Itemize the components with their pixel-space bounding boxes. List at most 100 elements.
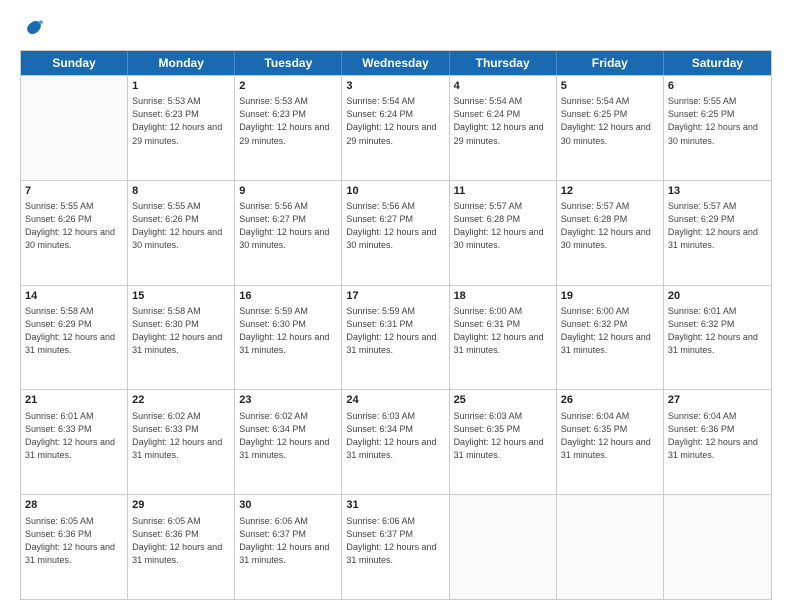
day-info: Sunrise: 6:00 AMSunset: 6:32 PMDaylight:… — [561, 305, 659, 357]
day-number: 4 — [454, 79, 552, 94]
calendar-cell: 27 Sunrise: 6:04 AMSunset: 6:36 PMDayligh… — [664, 390, 771, 494]
calendar-cell: 15Sunrise: 5:58 AMSunset: 6:30 PMDayligh… — [128, 286, 235, 390]
calendar-week-2: 7Sunrise: 5:55 AMSunset: 6:26 PMDaylight… — [21, 180, 771, 285]
day-info: Sunrise: 6:05 AMSunset: 6:36 PMDaylight:… — [25, 515, 123, 567]
logo — [20, 18, 44, 40]
day-info: Sunrise: 5:54 AMSunset: 6:25 PMDaylight:… — [561, 95, 659, 147]
day-info: Sunrise: 5:54 AMSunset: 6:24 PMDaylight:… — [454, 95, 552, 147]
calendar-header-saturday: Saturday — [664, 51, 771, 75]
calendar-cell: 10Sunrise: 5:56 AMSunset: 6:27 PMDayligh… — [342, 181, 449, 285]
calendar-cell — [21, 76, 128, 180]
day-info: Sunrise: 5:54 AMSunset: 6:24 PMDaylight:… — [346, 95, 444, 147]
day-info: Sunrise: 5:55 AMSunset: 6:25 PMDaylight:… — [668, 95, 767, 147]
day-number: 2 — [239, 79, 337, 94]
calendar-cell: 19Sunrise: 6:00 AMSunset: 6:32 PMDayligh… — [557, 286, 664, 390]
day-number: 13 — [668, 184, 767, 199]
day-number: 21 — [25, 393, 123, 408]
day-number: 12 — [561, 184, 659, 199]
day-number: 20 — [668, 289, 767, 304]
calendar-cell — [664, 495, 771, 599]
calendar-header-row: SundayMondayTuesdayWednesdayThursdayFrid… — [21, 51, 771, 75]
day-info: Sunrise: 6:01 AMSunset: 6:32 PMDaylight:… — [668, 305, 767, 357]
calendar-week-3: 14Sunrise: 5:58 AMSunset: 6:29 PMDayligh… — [21, 285, 771, 390]
day-number: 16 — [239, 289, 337, 304]
day-info: Sunrise: 6:04 AMSunset: 6:35 PMDaylight:… — [561, 410, 659, 462]
day-info: Sunrise: 5:59 AMSunset: 6:31 PMDaylight:… — [346, 305, 444, 357]
calendar-cell: 13Sunrise: 5:57 AMSunset: 6:29 PMDayligh… — [664, 181, 771, 285]
day-info: Sunrise: 5:59 AMSunset: 6:30 PMDaylight:… — [239, 305, 337, 357]
day-info: Sunrise: 5:56 AMSunset: 6:27 PMDaylight:… — [346, 200, 444, 252]
calendar-cell: 5Sunrise: 5:54 AMSunset: 6:25 PMDaylight… — [557, 76, 664, 180]
calendar-week-5: 28 Sunrise: 6:05 AMSunset: 6:36 PMDayligh… — [21, 494, 771, 599]
calendar-header-thursday: Thursday — [450, 51, 557, 75]
day-info: Sunrise: 6:03 AMSunset: 6:34 PMDaylight:… — [346, 410, 444, 462]
calendar-header-monday: Monday — [128, 51, 235, 75]
day-number: 11 — [454, 184, 552, 199]
calendar-cell: 12Sunrise: 5:57 AMSunset: 6:28 PMDayligh… — [557, 181, 664, 285]
calendar-cell: 11Sunrise: 5:57 AMSunset: 6:28 PMDayligh… — [450, 181, 557, 285]
day-info: Sunrise: 6:06 AMSunset: 6:37 PMDaylight:… — [239, 515, 337, 567]
day-info: Sunrise: 6:03 AMSunset: 6:35 PMDaylight:… — [454, 410, 552, 462]
calendar-cell: 9Sunrise: 5:56 AMSunset: 6:27 PMDaylight… — [235, 181, 342, 285]
calendar-cell: 22 Sunrise: 6:02 AMSunset: 6:33 PMDayligh… — [128, 390, 235, 494]
day-number: 5 — [561, 79, 659, 94]
day-number: 30 — [239, 498, 337, 513]
calendar-cell: 28 Sunrise: 6:05 AMSunset: 6:36 PMDayligh… — [21, 495, 128, 599]
calendar-cell: 23Sunrise: 6:02 AMSunset: 6:34 PMDayligh… — [235, 390, 342, 494]
day-info: Sunrise: 6:04 AMSunset: 6:36 PMDaylight:… — [668, 410, 767, 462]
day-info: Sunrise: 5:57 AMSunset: 6:29 PMDaylight:… — [668, 200, 767, 252]
calendar-cell: 21 Sunrise: 6:01 AMSunset: 6:33 PMDayligh… — [21, 390, 128, 494]
calendar-cell: 29Sunrise: 6:05 AMSunset: 6:36 PMDayligh… — [128, 495, 235, 599]
day-info: Sunrise: 5:55 AMSunset: 6:26 PMDaylight:… — [25, 200, 123, 252]
calendar-cell: 16Sunrise: 5:59 AMSunset: 6:30 PMDayligh… — [235, 286, 342, 390]
calendar-cell: 17Sunrise: 5:59 AMSunset: 6:31 PMDayligh… — [342, 286, 449, 390]
calendar-header-sunday: Sunday — [21, 51, 128, 75]
day-info: Sunrise: 6:01 AMSunset: 6:33 PMDaylight:… — [25, 410, 123, 462]
day-number: 3 — [346, 79, 444, 94]
calendar-cell: 14Sunrise: 5:58 AMSunset: 6:29 PMDayligh… — [21, 286, 128, 390]
day-number: 6 — [668, 79, 767, 94]
day-number: 22 — [132, 393, 230, 408]
day-number: 17 — [346, 289, 444, 304]
calendar-cell: 24Sunrise: 6:03 AMSunset: 6:34 PMDayligh… — [342, 390, 449, 494]
calendar-cell: 4Sunrise: 5:54 AMSunset: 6:24 PMDaylight… — [450, 76, 557, 180]
logo-bird-icon — [22, 18, 44, 40]
day-info: Sunrise: 5:56 AMSunset: 6:27 PMDaylight:… — [239, 200, 337, 252]
day-number: 18 — [454, 289, 552, 304]
day-number: 23 — [239, 393, 337, 408]
day-info: Sunrise: 6:06 AMSunset: 6:37 PMDaylight:… — [346, 515, 444, 567]
day-info: Sunrise: 6:00 AMSunset: 6:31 PMDaylight:… — [454, 305, 552, 357]
calendar-header-wednesday: Wednesday — [342, 51, 449, 75]
day-info: Sunrise: 6:02 AMSunset: 6:33 PMDaylight:… — [132, 410, 230, 462]
calendar-cell: 3Sunrise: 5:54 AMSunset: 6:24 PMDaylight… — [342, 76, 449, 180]
calendar-cell: 30 Sunrise: 6:06 AMSunset: 6:37 PMDayligh… — [235, 495, 342, 599]
calendar-cell — [450, 495, 557, 599]
calendar-cell: 7Sunrise: 5:55 AMSunset: 6:26 PMDaylight… — [21, 181, 128, 285]
calendar-header-tuesday: Tuesday — [235, 51, 342, 75]
day-info: Sunrise: 5:57 AMSunset: 6:28 PMDaylight:… — [561, 200, 659, 252]
calendar: SundayMondayTuesdayWednesdayThursdayFrid… — [20, 50, 772, 600]
day-number: 8 — [132, 184, 230, 199]
calendar-cell: 20Sunrise: 6:01 AMSunset: 6:32 PMDayligh… — [664, 286, 771, 390]
calendar-cell: 25Sunrise: 6:03 AMSunset: 6:35 PMDayligh… — [450, 390, 557, 494]
day-info: Sunrise: 6:05 AMSunset: 6:36 PMDaylight:… — [132, 515, 230, 567]
day-number: 26 — [561, 393, 659, 408]
page: SundayMondayTuesdayWednesdayThursdayFrid… — [0, 0, 792, 612]
day-number: 28 — [25, 498, 123, 513]
day-info: Sunrise: 5:58 AMSunset: 6:29 PMDaylight:… — [25, 305, 123, 357]
day-info: Sunrise: 5:58 AMSunset: 6:30 PMDaylight:… — [132, 305, 230, 357]
calendar-cell: 8Sunrise: 5:55 AMSunset: 6:26 PMDaylight… — [128, 181, 235, 285]
day-info: Sunrise: 5:55 AMSunset: 6:26 PMDaylight:… — [132, 200, 230, 252]
day-number: 27 — [668, 393, 767, 408]
day-number: 9 — [239, 184, 337, 199]
header — [20, 18, 772, 40]
calendar-week-1: 1Sunrise: 5:53 AMSunset: 6:23 PMDaylight… — [21, 75, 771, 180]
day-info: Sunrise: 5:53 AMSunset: 6:23 PMDaylight:… — [132, 95, 230, 147]
calendar-cell — [557, 495, 664, 599]
calendar-cell: 18Sunrise: 6:00 AMSunset: 6:31 PMDayligh… — [450, 286, 557, 390]
calendar-cell: 31Sunrise: 6:06 AMSunset: 6:37 PMDayligh… — [342, 495, 449, 599]
day-number: 10 — [346, 184, 444, 199]
calendar-cell: 26 Sunrise: 6:04 AMSunset: 6:35 PMDayligh… — [557, 390, 664, 494]
calendar-cell: 1Sunrise: 5:53 AMSunset: 6:23 PMDaylight… — [128, 76, 235, 180]
calendar-cell: 6Sunrise: 5:55 AMSunset: 6:25 PMDaylight… — [664, 76, 771, 180]
